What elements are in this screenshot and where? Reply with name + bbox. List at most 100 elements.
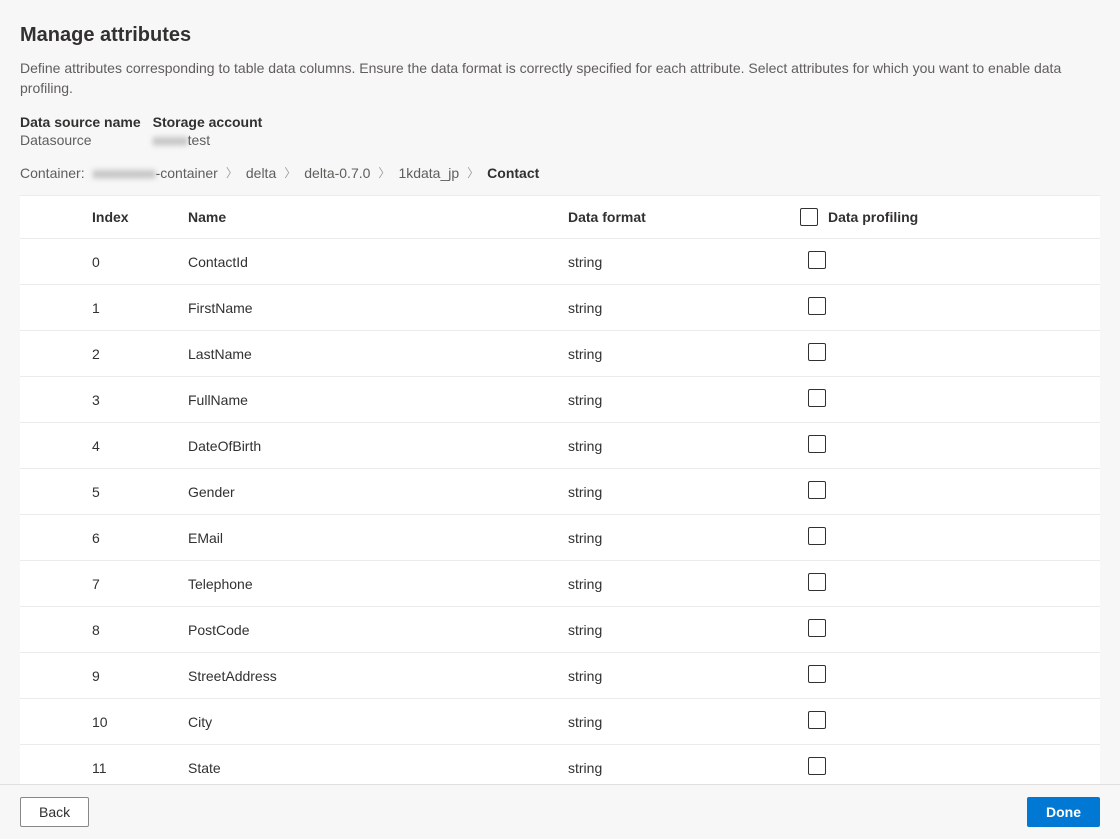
attributes-table-container[interactable]: Index Name Data format Data profiling 0C… xyxy=(20,195,1100,784)
cell-name: Telephone xyxy=(180,561,560,607)
cell-format: string xyxy=(560,745,800,784)
table-row: 0ContactIdstring xyxy=(20,239,1100,285)
cell-name: LastName xyxy=(180,331,560,377)
table-row: 5Genderstring xyxy=(20,469,1100,515)
cell-index: 11 xyxy=(20,745,180,784)
select-all-profiling-checkbox[interactable] xyxy=(800,208,818,226)
chevron-right-icon: 〉 xyxy=(378,164,390,181)
table-row: 3FullNamestring xyxy=(20,377,1100,423)
cell-index: 6 xyxy=(20,515,180,561)
cell-name: StreetAddress xyxy=(180,653,560,699)
footer-bar: Back Done xyxy=(0,784,1120,839)
profiling-checkbox[interactable] xyxy=(808,757,826,775)
attributes-table: Index Name Data format Data profiling 0C… xyxy=(20,196,1100,784)
cell-format: string xyxy=(560,515,800,561)
breadcrumb-container-suffix: -container xyxy=(156,165,218,181)
cell-index: 3 xyxy=(20,377,180,423)
cell-name: City xyxy=(180,699,560,745)
cell-name: Gender xyxy=(180,469,560,515)
column-header-profiling: Data profiling xyxy=(800,196,1100,239)
chevron-right-icon: 〉 xyxy=(284,164,296,181)
cell-index: 10 xyxy=(20,699,180,745)
cell-format: string xyxy=(560,377,800,423)
cell-format: string xyxy=(560,423,800,469)
cell-format: string xyxy=(560,331,800,377)
cell-index: 5 xyxy=(20,469,180,515)
cell-name: FullName xyxy=(180,377,560,423)
profiling-checkbox[interactable] xyxy=(808,343,826,361)
cell-index: 7 xyxy=(20,561,180,607)
cell-name: ContactId xyxy=(180,239,560,285)
table-row: 4DateOfBirthstring xyxy=(20,423,1100,469)
breadcrumb-current: Contact xyxy=(487,165,539,181)
cell-index: 9 xyxy=(20,653,180,699)
breadcrumb-item[interactable]: delta xyxy=(246,165,276,181)
column-header-index[interactable]: Index xyxy=(20,196,180,239)
cell-profiling xyxy=(800,239,1100,285)
breadcrumb-container-label: Container: xyxy=(20,165,85,181)
breadcrumb-item[interactable]: delta-0.7.0 xyxy=(304,165,370,181)
table-row: 10Citystring xyxy=(20,699,1100,745)
cell-name: EMail xyxy=(180,515,560,561)
profiling-checkbox[interactable] xyxy=(808,573,826,591)
page-title: Manage attributes xyxy=(20,24,1100,47)
cell-profiling xyxy=(800,377,1100,423)
cell-profiling xyxy=(800,515,1100,561)
storage-account-redacted: xxxxx xyxy=(153,132,188,148)
breadcrumb-container-link[interactable]: xxxxxxxxx-container xyxy=(93,165,218,181)
profiling-checkbox[interactable] xyxy=(808,435,826,453)
profiling-checkbox[interactable] xyxy=(808,481,826,499)
done-button[interactable]: Done xyxy=(1027,797,1100,827)
column-header-profiling-label: Data profiling xyxy=(828,209,918,225)
table-row: 8PostCodestring xyxy=(20,607,1100,653)
data-source-value: Datasource xyxy=(20,132,141,148)
cell-index: 0 xyxy=(20,239,180,285)
cell-format: string xyxy=(560,285,800,331)
cell-index: 2 xyxy=(20,331,180,377)
column-header-name[interactable]: Name xyxy=(180,196,560,239)
cell-index: 4 xyxy=(20,423,180,469)
chevron-right-icon: 〉 xyxy=(226,164,238,181)
cell-name: DateOfBirth xyxy=(180,423,560,469)
profiling-checkbox[interactable] xyxy=(808,711,826,729)
table-row: 9StreetAddressstring xyxy=(20,653,1100,699)
cell-format: string xyxy=(560,561,800,607)
back-button[interactable]: Back xyxy=(20,797,89,827)
profiling-checkbox[interactable] xyxy=(808,527,826,545)
profiling-checkbox[interactable] xyxy=(808,665,826,683)
profiling-checkbox[interactable] xyxy=(808,619,826,637)
breadcrumb-item[interactable]: 1kdata_jp xyxy=(398,165,459,181)
breadcrumb: Container: xxxxxxxxx-container 〉 delta 〉… xyxy=(20,164,1100,181)
metadata-row: Data source name Datasource Storage acco… xyxy=(20,114,1100,148)
cell-name: FirstName xyxy=(180,285,560,331)
cell-index: 8 xyxy=(20,607,180,653)
cell-format: string xyxy=(560,607,800,653)
cell-profiling xyxy=(800,699,1100,745)
table-row: 11Statestring xyxy=(20,745,1100,784)
cell-profiling xyxy=(800,561,1100,607)
storage-account-label: Storage account xyxy=(153,114,263,130)
cell-format: string xyxy=(560,653,800,699)
cell-name: PostCode xyxy=(180,607,560,653)
cell-profiling xyxy=(800,285,1100,331)
cell-profiling xyxy=(800,331,1100,377)
page-description: Define attributes corresponding to table… xyxy=(20,59,1100,98)
profiling-checkbox[interactable] xyxy=(808,251,826,269)
cell-index: 1 xyxy=(20,285,180,331)
chevron-right-icon: 〉 xyxy=(467,164,479,181)
column-header-format[interactable]: Data format xyxy=(560,196,800,239)
cell-profiling xyxy=(800,653,1100,699)
cell-format: string xyxy=(560,699,800,745)
table-row: 2LastNamestring xyxy=(20,331,1100,377)
breadcrumb-container-redacted: xxxxxxxxx xyxy=(93,165,156,181)
table-row: 6EMailstring xyxy=(20,515,1100,561)
storage-account-suffix: test xyxy=(188,132,211,148)
profiling-checkbox[interactable] xyxy=(808,389,826,407)
cell-profiling xyxy=(800,423,1100,469)
storage-account-value: xxxxxtest xyxy=(153,132,263,148)
cell-name: State xyxy=(180,745,560,784)
cell-format: string xyxy=(560,239,800,285)
data-source-label: Data source name xyxy=(20,114,141,130)
cell-format: string xyxy=(560,469,800,515)
profiling-checkbox[interactable] xyxy=(808,297,826,315)
